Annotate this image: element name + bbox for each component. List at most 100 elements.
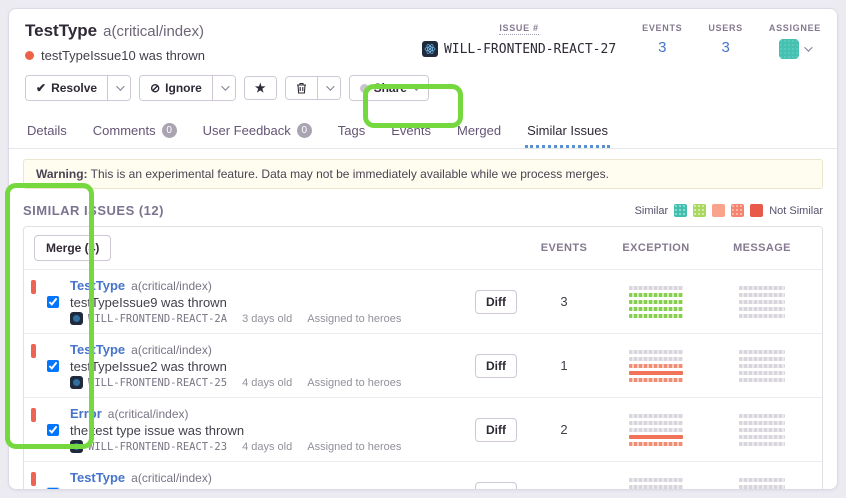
exception-similarity-bars xyxy=(600,286,712,318)
similarity-bar xyxy=(629,485,683,489)
error-level-bar xyxy=(31,280,36,294)
delete-button[interactable] xyxy=(286,77,317,99)
merge-button[interactable]: Merge (4) xyxy=(34,235,111,261)
similarity-bar xyxy=(739,435,785,439)
diff-button[interactable]: Diff xyxy=(475,482,517,491)
project-icon xyxy=(70,440,83,453)
resolve-button[interactable]: ✔Resolve xyxy=(26,76,107,100)
diff-button[interactable]: Diff xyxy=(475,354,517,378)
tab-tags[interactable]: Tags xyxy=(336,117,367,148)
row-checkbox[interactable] xyxy=(47,424,59,436)
issue-short-id[interactable]: WILL-FRONTEND-REACT-27 xyxy=(422,41,616,57)
assignee-dropdown[interactable] xyxy=(779,39,810,59)
row-issue-title[interactable]: Error xyxy=(70,406,102,421)
row-issue-message: testTypeIssue6 was thrown xyxy=(70,487,401,490)
row-checkbox[interactable] xyxy=(47,360,59,372)
bookmark-button[interactable]: ★ xyxy=(245,77,276,99)
tab-merged[interactable]: Merged xyxy=(455,117,503,148)
error-level-dot-icon xyxy=(25,51,34,60)
tab-label: Merged xyxy=(457,123,501,138)
tab-comments[interactable]: Comments0 xyxy=(91,117,179,148)
exception-similarity-bars xyxy=(600,414,712,446)
tab-events[interactable]: Events xyxy=(389,117,433,148)
issue-short-id-text: WILL-FRONTEND-REACT-27 xyxy=(444,42,616,57)
similarity-bar xyxy=(629,300,683,304)
column-header-exception: EXCEPTION xyxy=(600,242,712,254)
row-short-id: WILL-FRONTEND-REACT-2A xyxy=(88,313,227,325)
ignore-button[interactable]: ⊘Ignore xyxy=(140,76,212,100)
similarity-bar xyxy=(739,378,785,382)
tab-label: User Feedback xyxy=(203,123,291,138)
row-issue-culprit: a(critical/index) xyxy=(108,407,189,421)
similarity-bar xyxy=(629,364,683,368)
similarity-bar xyxy=(739,442,785,446)
row-age: 4 days old xyxy=(242,377,292,389)
resolve-dropdown-button[interactable] xyxy=(107,76,130,100)
row-checkbox[interactable] xyxy=(47,488,59,491)
tab-details[interactable]: Details xyxy=(25,117,69,148)
row-issue-message: testTypeIssue2 was thrown xyxy=(70,359,401,374)
chevron-down-icon xyxy=(326,82,334,90)
similarity-bar xyxy=(739,421,785,425)
similarity-bar xyxy=(739,350,785,354)
row-issue-title[interactable]: TestType xyxy=(70,470,125,485)
diff-button[interactable]: Diff xyxy=(475,418,517,442)
project-icon xyxy=(70,312,83,325)
legend-square-red xyxy=(750,204,763,217)
similarity-bar xyxy=(629,435,683,439)
similarity-bar xyxy=(739,414,785,418)
diff-button[interactable]: Diff xyxy=(475,290,517,314)
similar-issues-heading: SIMILAR ISSUES (12) xyxy=(23,203,164,218)
row-short-id: WILL-FRONTEND-REACT-25 xyxy=(88,377,227,389)
error-level-bar xyxy=(31,408,36,422)
similarity-bar xyxy=(629,350,683,354)
issue-number-label: ISSUE # xyxy=(499,23,538,35)
delete-dropdown-button[interactable] xyxy=(317,77,340,99)
row-issue-title[interactable]: TestType xyxy=(70,342,125,357)
row-issue-title[interactable]: TestType xyxy=(70,278,125,293)
issue-header-left: TestTypea(critical/index) testTypeIssue1… xyxy=(25,21,205,63)
similarity-bar xyxy=(629,314,683,318)
star-icon: ★ xyxy=(255,82,266,94)
similarity-bar xyxy=(739,485,785,489)
warning-bold: Warning: xyxy=(36,167,88,181)
similarity-bar xyxy=(629,378,683,382)
row-checkbox-wrap xyxy=(46,295,60,309)
assignee-avatar xyxy=(779,39,799,59)
similarity-bar xyxy=(739,357,785,361)
issue-stats: ISSUE # WILL-FRONTEND-REACT-27 EVENTS 3 … xyxy=(422,21,821,63)
ignore-dropdown-button[interactable] xyxy=(212,76,235,100)
row-checkbox-wrap xyxy=(46,359,60,373)
trash-icon xyxy=(296,82,307,94)
row-issue-message: testTypeIssue9 was thrown xyxy=(70,295,401,310)
row-assigned: Assigned to heroes xyxy=(307,313,401,325)
similarity-bar xyxy=(739,300,785,304)
similarity-bar xyxy=(739,364,785,368)
message-similarity-bars xyxy=(712,286,812,318)
row-checkbox[interactable] xyxy=(47,296,59,308)
similarity-bar xyxy=(739,314,785,318)
events-count[interactable]: 3 xyxy=(658,39,666,56)
page-title: TestType xyxy=(25,21,97,40)
react-project-icon xyxy=(422,41,438,57)
similarity-bar xyxy=(629,307,683,311)
similarity-bar xyxy=(739,428,785,432)
share-dot-icon xyxy=(360,84,369,93)
row-issue-culprit: a(critical/index) xyxy=(131,471,212,485)
tab-user-feedback[interactable]: User Feedback0 xyxy=(201,117,314,148)
similarity-bar xyxy=(629,414,683,418)
tab-bar: Details Comments0 User Feedback0 Tags Events… xyxy=(9,111,837,149)
tab-similar-issues[interactable]: Similar Issues xyxy=(525,117,610,148)
legend-square-teal-dot xyxy=(674,204,687,217)
issue-subtitle: testTypeIssue10 was thrown xyxy=(41,48,205,63)
legend-similar-label: Similar xyxy=(635,205,669,217)
similarity-bar xyxy=(629,421,683,425)
message-similarity-bars xyxy=(712,350,812,382)
exception-similarity-bars xyxy=(600,350,712,382)
similarity-bar xyxy=(739,307,785,311)
chevron-down-icon xyxy=(116,82,124,90)
share-button[interactable]: Share xyxy=(350,76,428,100)
tab-label: Events xyxy=(391,123,431,138)
row-short-id: WILL-FRONTEND-REACT-23 xyxy=(88,441,227,453)
users-count[interactable]: 3 xyxy=(721,39,729,56)
